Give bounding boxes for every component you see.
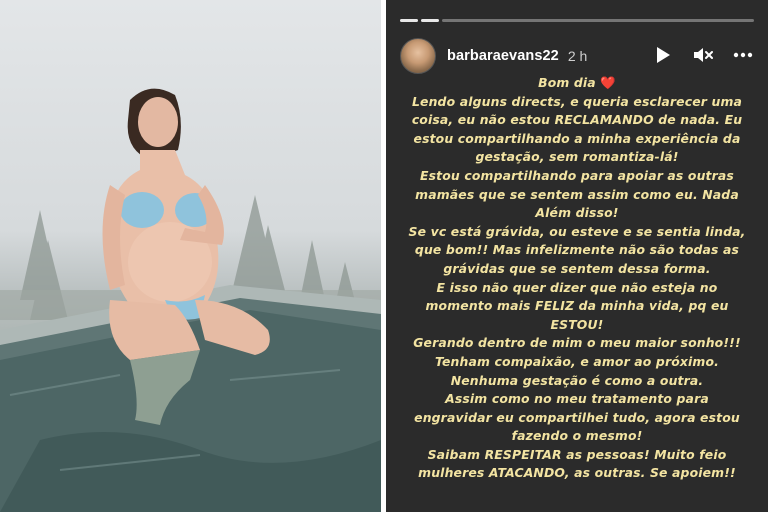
photo-illustration — [0, 88, 381, 512]
caption-line: E isso não quer dizer que não esteja no — [436, 279, 718, 295]
story-caption: Bom dia ❤️ Lendo alguns directs, e queri… — [386, 74, 768, 483]
caption-line: Se vc está grávida, ou esteve e se senti… — [408, 223, 746, 239]
pregnant-woman-photo — [0, 0, 381, 512]
story-header: barbaraevans22 2 h — [400, 38, 754, 74]
caption-line: coisa, eu não estou RECLAMANDO de nada. … — [411, 112, 743, 128]
caption-line: Bom dia ❤️ — [538, 75, 616, 90]
caption-line: Lendo alguns directs, e queria esclarece… — [411, 93, 743, 109]
story-panel: barbaraevans22 2 h Bom dia ❤️ Lendo algu… — [386, 0, 768, 512]
heart-icon: ❤️ — [600, 75, 616, 90]
progress-segment — [421, 19, 439, 22]
story-controls — [652, 44, 754, 66]
caption-line: fazendo o mesmo! — [511, 428, 643, 444]
caption-line: mulheres ATACANDO, as outras. Se apoiem!… — [418, 465, 736, 481]
more-icon[interactable] — [732, 44, 754, 66]
composite-image: barbaraevans22 2 h Bom dia ❤️ Lendo algu… — [0, 0, 768, 512]
caption-line: Nenhuma gestação é como a outra. — [450, 372, 704, 388]
caption-line: estou compartilhando a minha experiência… — [413, 130, 741, 146]
caption-line: Assim como no meu tratamento para — [445, 391, 709, 407]
mute-icon[interactable] — [692, 44, 714, 66]
caption-line: Tenham compaixão, e amor ao próximo. — [435, 353, 719, 369]
caption-line: engravidar eu compartilhei tudo, agora e… — [414, 409, 740, 425]
username[interactable]: barbaraevans22 — [447, 48, 559, 64]
caption-line: momento mais FELIZ da minha vida, pq eu — [425, 298, 729, 314]
story-progress-bar — [400, 19, 754, 22]
caption-line: Gerando dentro de mim o meu maior sonho!… — [413, 335, 741, 351]
progress-segment — [442, 19, 754, 22]
caption-line: Estou compartilhando para apoiar as outr… — [420, 167, 734, 183]
timestamp: 2 h — [567, 48, 588, 64]
progress-segment — [400, 19, 418, 22]
caption-line: Saibam RESPEITAR as pessoas! Muito feio — [427, 446, 727, 462]
caption-line: que bom!! Mas infelizmente não são todas… — [414, 242, 740, 258]
caption-line: grávidas que se sentem dessa forma. — [443, 260, 711, 276]
caption-line: mamães que se sentem assim como eu. Nada — [415, 186, 739, 202]
avatar[interactable] — [400, 38, 436, 74]
caption-line: gestação, sem romantiza-lá! — [475, 149, 679, 165]
play-icon[interactable] — [652, 44, 674, 66]
caption-line: ESTOU! — [550, 316, 604, 332]
caption-line: Além disso! — [535, 205, 619, 221]
